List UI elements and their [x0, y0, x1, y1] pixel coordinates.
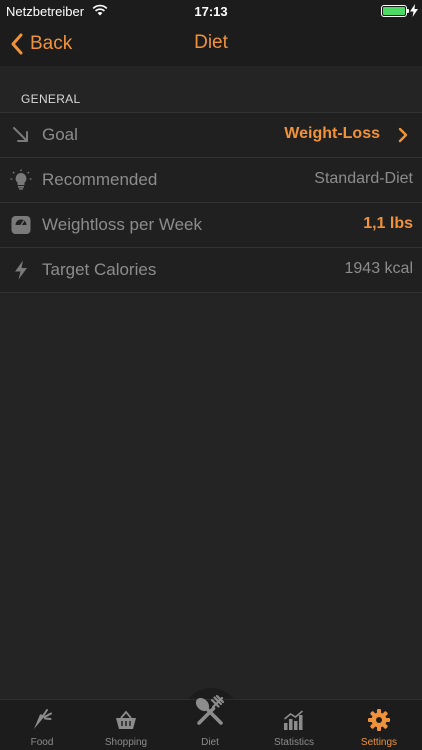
navigation-bar: Back Diet [0, 22, 422, 66]
weightloss-label: Weightloss per Week [42, 215, 202, 234]
weightloss-value: 1,1 lbs [363, 215, 413, 232]
status-bar: Netzbetreiber 17:13 [0, 0, 422, 22]
row-recommended[interactable]: Recommended Standard-Diet [0, 158, 422, 203]
tab-statistics-label: Statistics [273, 737, 314, 748]
tab-diet-label: Diet [201, 737, 219, 748]
settings-list: Goal Weight-Loss Recommended Standard-Di… [0, 112, 422, 293]
tab-bar: Food Shopping Diet Statistics Settings [0, 694, 422, 750]
battery-icon [381, 5, 407, 17]
carrot-icon [34, 709, 52, 729]
trend-down-arrow-icon [13, 127, 28, 142]
tab-settings[interactable]: Settings [337, 700, 421, 750]
chevron-right-icon [398, 127, 408, 143]
scale-icon [11, 216, 31, 234]
target-calories-label: Target Calories [42, 260, 157, 279]
tab-shopping[interactable]: Shopping [84, 700, 168, 750]
spoon-fork-icon [195, 694, 225, 725]
bar-chart-icon [283, 710, 304, 730]
battery-tip [407, 9, 409, 13]
goal-label: Goal [42, 125, 78, 144]
tab-food[interactable]: Food [0, 700, 84, 750]
target-calories-value: 1943 kcal [344, 260, 414, 277]
row-goal[interactable]: Goal Weight-Loss [0, 113, 422, 158]
lightbulb-icon [10, 169, 32, 190]
basket-icon [116, 710, 136, 729]
recommended-value: Standard-Diet [314, 170, 413, 187]
recommended-label: Recommended [42, 170, 158, 189]
lightning-icon [15, 260, 27, 280]
section-header: GENERAL [21, 92, 81, 106]
page-title: Diet [194, 32, 228, 53]
charging-bolt-icon [410, 4, 418, 17]
goal-value: Weight-Loss [284, 125, 380, 142]
tab-diet[interactable]: Diet [168, 694, 252, 750]
status-time: 17:13 [194, 4, 228, 19]
row-weightloss-per-week[interactable]: Weightloss per Week 1,1 lbs [0, 203, 422, 248]
row-target-calories[interactable]: Target Calories 1943 kcal [0, 248, 422, 293]
tab-shopping-label: Shopping [104, 737, 148, 748]
gear-icon [368, 709, 390, 731]
tab-food-label: Food [30, 737, 54, 748]
tab-statistics[interactable]: Statistics [252, 700, 336, 750]
tab-settings-label: Settings [360, 737, 398, 748]
